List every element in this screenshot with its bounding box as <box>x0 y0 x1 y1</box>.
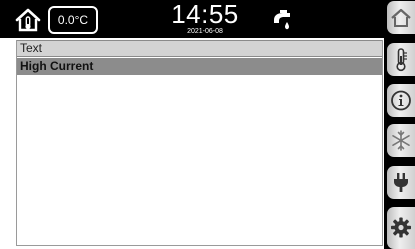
home-icon <box>391 8 411 27</box>
thermometer-icon <box>396 48 407 72</box>
list-header: Text <box>17 40 382 57</box>
alarm-list: Text High Current <box>16 40 383 246</box>
list-item[interactable]: High Current <box>17 58 382 75</box>
side-button-cooling[interactable] <box>387 124 415 157</box>
clock-date: 2021-06-08 <box>187 28 223 35</box>
side-button-temperature[interactable] <box>387 43 415 76</box>
side-button-info[interactable] <box>387 84 415 117</box>
snowflake-icon <box>392 130 410 151</box>
water-tap-icon[interactable] <box>271 9 293 31</box>
side-button-settings[interactable] <box>387 207 415 249</box>
plug-icon <box>394 173 408 192</box>
side-button-home[interactable] <box>387 1 415 34</box>
clock-time: 14:55 <box>171 0 239 29</box>
gear-icon <box>391 217 411 238</box>
outdoor-temperature-display[interactable]: 0.0°C <box>48 6 98 34</box>
info-icon <box>391 90 411 111</box>
status-bar: 0.0°C 14:55 2021-06-08 <box>0 0 384 38</box>
home-temperature-icon[interactable] <box>15 8 41 32</box>
main-screen: 0.0°C 14:55 2021-06-08 Text High Current <box>0 0 384 249</box>
side-button-power[interactable] <box>387 166 415 199</box>
side-menu <box>384 0 415 249</box>
